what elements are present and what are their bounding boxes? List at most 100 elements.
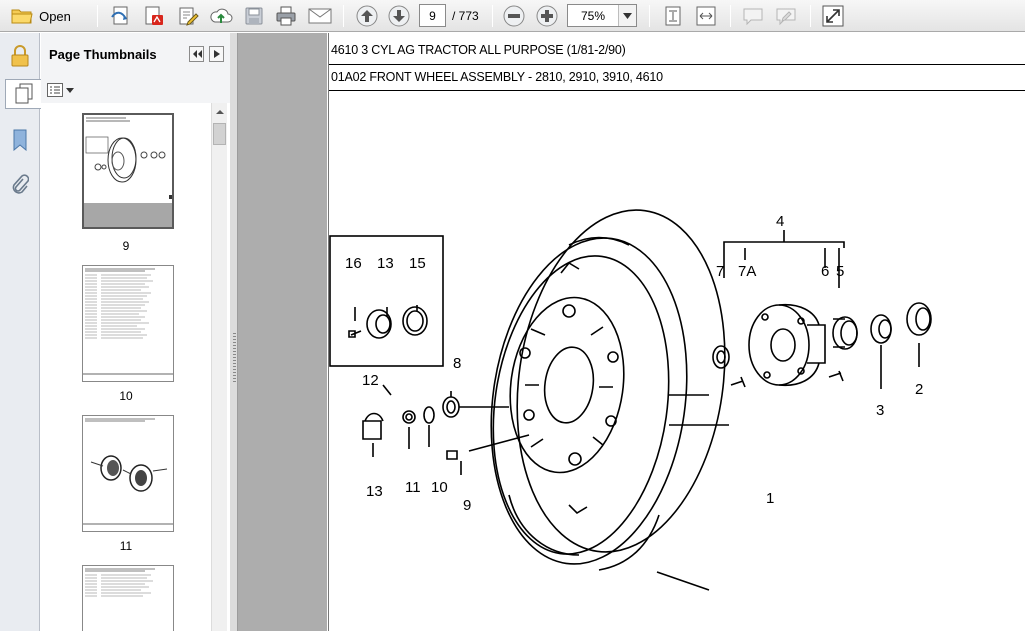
document-model-title: 4610 3 CYL AG TRACTOR ALL PURPOSE (1/81-…: [331, 43, 626, 57]
upload-button[interactable]: [208, 3, 234, 29]
toolbar-separator: [343, 5, 344, 27]
zoom-out-button[interactable]: [501, 3, 527, 29]
callout-11: 11: [405, 479, 421, 496]
callout-12: 12: [362, 372, 379, 389]
page-number-input[interactable]: [419, 4, 446, 27]
full-screen-button[interactable]: [819, 3, 847, 29]
pdf-document-icon: [145, 6, 163, 25]
document-section-title: 01A02 FRONT WHEEL ASSEMBLY - 2810, 2910,…: [331, 70, 663, 84]
toolbar: Open 9 / 773 75%: [0, 0, 1025, 32]
wheel-disc: [509, 296, 625, 474]
callout-10: 10: [431, 479, 448, 496]
thumbnail-image: [84, 115, 172, 227]
wheel-center-hole: [543, 346, 595, 424]
panel-title: Page Thumbnails: [49, 47, 157, 62]
callout-1: 1: [766, 490, 774, 507]
printer-icon: [276, 6, 296, 26]
wheel-rim: [516, 209, 726, 553]
collapse-panel-button[interactable]: [189, 46, 204, 62]
previous-page-button[interactable]: [354, 3, 380, 29]
chevron-down-icon: [66, 87, 74, 93]
thumbnail-page-11[interactable]: [82, 415, 174, 532]
attachments-tab[interactable]: [5, 169, 35, 199]
arrow-up-icon: [356, 5, 378, 27]
callout-2: 2: [915, 381, 923, 398]
callout-7a: 7A: [738, 263, 756, 280]
callout-5: 5: [836, 263, 844, 280]
scrollbar-thumb[interactable]: [213, 123, 226, 145]
splitter-handle[interactable]: [230, 33, 238, 631]
edit-document-button[interactable]: [175, 3, 201, 29]
outer-bearing-cup: [906, 302, 932, 336]
save-button[interactable]: [241, 3, 267, 29]
folder-icon: [11, 9, 33, 24]
toolbar-separator: [730, 5, 731, 27]
fit-width-icon: [696, 6, 716, 26]
callout-3: 3: [876, 402, 884, 419]
cloud-upload-icon: [210, 8, 233, 23]
chevron-down-icon: [623, 12, 632, 19]
thumbnail-label: 11: [119, 539, 133, 553]
toolbar-separator: [492, 5, 493, 27]
thumbnail-page-9[interactable]: [82, 113, 174, 229]
zoom-in-button[interactable]: [534, 3, 560, 29]
callout-6: 6: [821, 263, 829, 280]
next-panel-button[interactable]: [209, 46, 224, 62]
callout-16: 16: [345, 255, 362, 272]
callout-7: 7: [716, 263, 724, 280]
print-button[interactable]: [273, 3, 299, 29]
zoom-select[interactable]: [567, 4, 637, 27]
open-button[interactable]: Open: [4, 3, 78, 29]
thumbnail-page-12[interactable]: [82, 565, 174, 631]
callout-13-inset: 13: [377, 255, 394, 272]
email-button[interactable]: [306, 3, 334, 29]
callout-4: 4: [776, 213, 784, 230]
thumbnail-options-button[interactable]: [47, 80, 74, 100]
thumbnails-panel: Page Thumbnails 9 10 11: [41, 33, 230, 631]
bookmarks-tab[interactable]: [5, 125, 35, 155]
thumbnail-page-10[interactable]: [82, 265, 174, 382]
zoom-input[interactable]: [568, 5, 618, 26]
highlight-icon: [776, 8, 796, 26]
options-list-icon: [47, 83, 63, 97]
panel-splitter: [230, 33, 327, 631]
edit-icon: [179, 7, 199, 26]
next-page-button[interactable]: [386, 3, 412, 29]
bearing-cone: [870, 314, 892, 344]
fit-page-icon: [665, 6, 681, 26]
callout-13: 13: [366, 483, 383, 500]
plus-icon: [536, 5, 558, 27]
navigation-pane-strip: [0, 33, 41, 631]
toolbar-separator: [97, 5, 98, 27]
thumbnail-label: 9: [122, 239, 130, 253]
convert-pdf-button[interactable]: [141, 3, 167, 29]
callout-9: 9: [463, 497, 471, 514]
create-pdf-button[interactable]: [108, 3, 134, 29]
bookmark-icon: [13, 129, 27, 151]
expand-icon: [822, 5, 844, 27]
comment-icon: [743, 8, 763, 26]
scroll-up-icon: [216, 110, 224, 114]
fit-width-button[interactable]: [693, 3, 719, 29]
lock-button[interactable]: [5, 41, 35, 71]
callout-8: 8: [453, 355, 461, 372]
toolbar-separator: [810, 5, 811, 27]
chevron-right-icon: [213, 50, 220, 58]
thumbnail-image: [83, 268, 173, 375]
comment-button[interactable]: [740, 3, 766, 29]
seal: [712, 345, 730, 369]
document-divider: [329, 64, 1025, 65]
document-page: 4610 3 CYL AG TRACTOR ALL PURPOSE (1/81-…: [328, 33, 1025, 631]
thumbnail-image: [85, 568, 155, 597]
document-divider: [329, 90, 1025, 91]
page-thumbnails-tab[interactable]: [5, 79, 41, 109]
zoom-dropdown-button[interactable]: [618, 5, 636, 26]
highlight-button[interactable]: [773, 3, 799, 29]
hub-cap: [362, 412, 384, 440]
thumbnail-list: 9 10 11: [41, 103, 230, 631]
thumbnail-scrollbar[interactable]: [211, 103, 227, 631]
pages-icon: [15, 83, 32, 104]
paperclip-icon: [12, 174, 29, 194]
create-pdf-icon: [111, 6, 128, 25]
fit-page-button[interactable]: [660, 3, 686, 29]
